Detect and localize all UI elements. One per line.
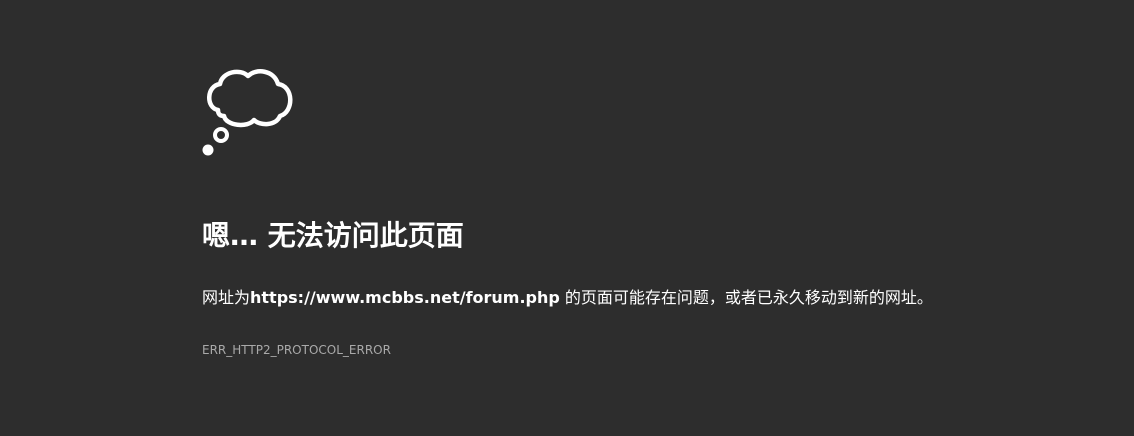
message-prefix: 网址为 bbox=[202, 288, 251, 307]
error-title: 嗯… 无法访问此页面 bbox=[202, 219, 464, 252]
error-url: https://www.mcbbs.net/forum.php bbox=[250, 288, 560, 307]
message-suffix: 的页面可能存在问题，或者已永久移动到新的网址。 bbox=[559, 288, 933, 307]
error-code: ERR_HTTP2_PROTOCOL_ERROR bbox=[202, 343, 391, 357]
error-message: 网址为https://www.mcbbs.net/forum.php 的页面可能… bbox=[202, 286, 933, 310]
thought-cloud-icon bbox=[202, 66, 296, 160]
